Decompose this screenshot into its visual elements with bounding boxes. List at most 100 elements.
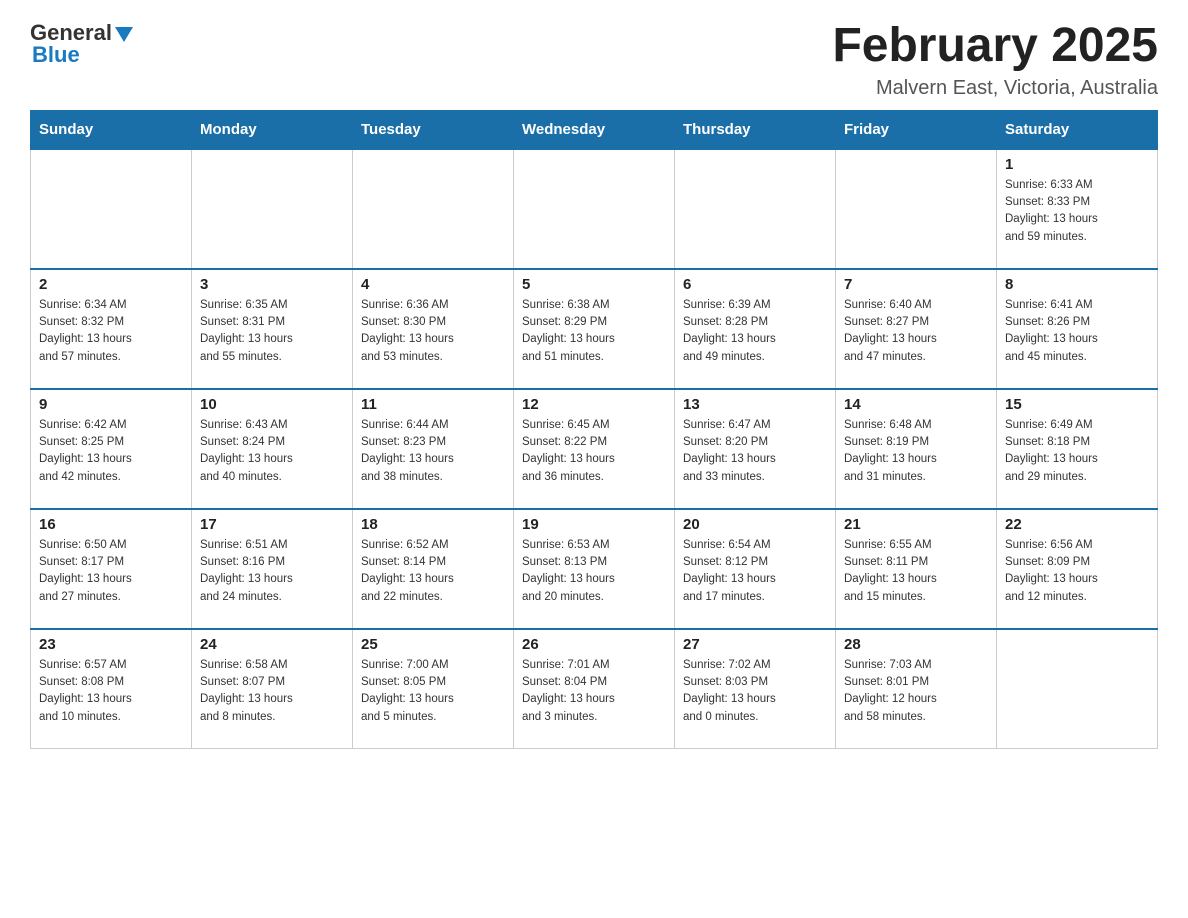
logo-icon xyxy=(113,23,135,45)
day-info: Sunrise: 6:50 AM Sunset: 8:17 PM Dayligh… xyxy=(39,537,183,606)
day-number: 21 xyxy=(844,516,988,533)
day-info: Sunrise: 6:45 AM Sunset: 8:22 PM Dayligh… xyxy=(522,417,666,486)
day-number: 4 xyxy=(361,276,505,293)
day-number: 28 xyxy=(844,636,988,653)
calendar-cell: 24Sunrise: 6:58 AM Sunset: 8:07 PM Dayli… xyxy=(192,629,353,749)
day-info: Sunrise: 7:01 AM Sunset: 8:04 PM Dayligh… xyxy=(522,657,666,726)
calendar-table: SundayMondayTuesdayWednesdayThursdayFrid… xyxy=(30,110,1158,750)
day-number: 15 xyxy=(1005,396,1149,413)
calendar-cell: 7 Sunrise: 6:40 AM Sunset: 8:27 PM Daylig… xyxy=(836,269,997,389)
title-block: February 2025 Malvern East, Victoria, Au… xyxy=(832,20,1158,100)
calendar-cell: 23 Sunrise: 6:57 AM Sunset: 8:08 PM Dayli… xyxy=(31,629,192,749)
day-number: 7 xyxy=(844,276,988,293)
calendar-cell: 14 Sunrise: 6:48 AM Sunset: 8:19 PM Dayli… xyxy=(836,389,997,509)
calendar-cell: 25 Sunrise: 7:00 AM Sunset: 8:05 PM Dayli… xyxy=(353,629,514,749)
logo-blue: Blue xyxy=(30,42,80,68)
day-info: Sunrise: 6:47 AM Sunset: 8:20 PM Dayligh… xyxy=(683,417,827,486)
calendar-cell xyxy=(675,149,836,269)
calendar-cell xyxy=(514,149,675,269)
calendar-cell: 11 Sunrise: 6:44 AM Sunset: 8:23 PM Dayli… xyxy=(353,389,514,509)
day-of-week-header: Saturday xyxy=(997,110,1158,149)
day-of-week-header: Friday xyxy=(836,110,997,149)
days-of-week-row: SundayMondayTuesdayWednesdayThursdayFrid… xyxy=(31,110,1158,149)
calendar-cell xyxy=(997,629,1158,749)
day-of-week-header: Thursday xyxy=(675,110,836,149)
calendar-body: 1 Sunrise: 6:33 AM Sunset: 8:33 PM Daylig… xyxy=(31,149,1158,749)
day-number: 25 xyxy=(361,636,505,653)
day-info: Sunrise: 6:55 AM Sunset: 8:11 PM Dayligh… xyxy=(844,537,988,606)
calendar-cell: 27 Sunrise: 7:02 AM Sunset: 8:03 PM Dayli… xyxy=(675,629,836,749)
day-info: Sunrise: 6:54 AM Sunset: 8:12 PM Dayligh… xyxy=(683,537,827,606)
day-number: 19 xyxy=(522,516,666,533)
day-info: Sunrise: 6:34 AM Sunset: 8:32 PM Dayligh… xyxy=(39,297,183,366)
day-of-week-header: Wednesday xyxy=(514,110,675,149)
day-number: 8 xyxy=(1005,276,1149,293)
day-info: Sunrise: 6:49 AM Sunset: 8:18 PM Dayligh… xyxy=(1005,417,1149,486)
calendar-cell: 2Sunrise: 6:34 AM Sunset: 8:32 PM Daylig… xyxy=(31,269,192,389)
calendar-cell xyxy=(836,149,997,269)
calendar-cell: 8 Sunrise: 6:41 AM Sunset: 8:26 PM Daylig… xyxy=(997,269,1158,389)
day-number: 22 xyxy=(1005,516,1149,533)
calendar-week-row: 23 Sunrise: 6:57 AM Sunset: 8:08 PM Dayli… xyxy=(31,629,1158,749)
day-number: 12 xyxy=(522,396,666,413)
day-number: 26 xyxy=(522,636,666,653)
calendar-cell xyxy=(192,149,353,269)
calendar-cell: 20 Sunrise: 6:54 AM Sunset: 8:12 PM Dayli… xyxy=(675,509,836,629)
day-number: 1 xyxy=(1005,156,1149,173)
calendar-cell: 21 Sunrise: 6:55 AM Sunset: 8:11 PM Dayli… xyxy=(836,509,997,629)
calendar-cell: 28Sunrise: 7:03 AM Sunset: 8:01 PM Dayli… xyxy=(836,629,997,749)
day-number: 13 xyxy=(683,396,827,413)
calendar-cell: 18Sunrise: 6:52 AM Sunset: 8:14 PM Dayli… xyxy=(353,509,514,629)
calendar-subtitle: Malvern East, Victoria, Australia xyxy=(832,77,1158,100)
calendar-cell xyxy=(31,149,192,269)
calendar-cell: 16 Sunrise: 6:50 AM Sunset: 8:17 PM Dayli… xyxy=(31,509,192,629)
day-info: Sunrise: 7:02 AM Sunset: 8:03 PM Dayligh… xyxy=(683,657,827,726)
calendar-cell: 12 Sunrise: 6:45 AM Sunset: 8:22 PM Dayli… xyxy=(514,389,675,509)
day-info: Sunrise: 7:00 AM Sunset: 8:05 PM Dayligh… xyxy=(361,657,505,726)
day-number: 6 xyxy=(683,276,827,293)
day-info: Sunrise: 6:42 AM Sunset: 8:25 PM Dayligh… xyxy=(39,417,183,486)
day-info: Sunrise: 6:44 AM Sunset: 8:23 PM Dayligh… xyxy=(361,417,505,486)
day-number: 16 xyxy=(39,516,183,533)
day-of-week-header: Sunday xyxy=(31,110,192,149)
day-info: Sunrise: 6:52 AM Sunset: 8:14 PM Dayligh… xyxy=(361,537,505,606)
day-number: 14 xyxy=(844,396,988,413)
day-info: Sunrise: 6:53 AM Sunset: 8:13 PM Dayligh… xyxy=(522,537,666,606)
day-number: 27 xyxy=(683,636,827,653)
day-info: Sunrise: 6:51 AM Sunset: 8:16 PM Dayligh… xyxy=(200,537,344,606)
day-of-week-header: Monday xyxy=(192,110,353,149)
calendar-week-row: 1 Sunrise: 6:33 AM Sunset: 8:33 PM Daylig… xyxy=(31,149,1158,269)
day-number: 23 xyxy=(39,636,183,653)
calendar-title: February 2025 xyxy=(832,20,1158,73)
day-number: 10 xyxy=(200,396,344,413)
calendar-cell: 22 Sunrise: 6:56 AM Sunset: 8:09 PM Dayli… xyxy=(997,509,1158,629)
day-number: 17 xyxy=(200,516,344,533)
day-info: Sunrise: 6:48 AM Sunset: 8:19 PM Dayligh… xyxy=(844,417,988,486)
calendar-cell: 5Sunrise: 6:38 AM Sunset: 8:29 PM Daylig… xyxy=(514,269,675,389)
day-info: Sunrise: 6:40 AM Sunset: 8:27 PM Dayligh… xyxy=(844,297,988,366)
day-number: 11 xyxy=(361,396,505,413)
calendar-cell: 10Sunrise: 6:43 AM Sunset: 8:24 PM Dayli… xyxy=(192,389,353,509)
day-number: 5 xyxy=(522,276,666,293)
calendar-week-row: 9 Sunrise: 6:42 AM Sunset: 8:25 PM Daylig… xyxy=(31,389,1158,509)
day-info: Sunrise: 6:36 AM Sunset: 8:30 PM Dayligh… xyxy=(361,297,505,366)
logo: General Blue xyxy=(30,20,135,68)
page-header: General Blue February 2025 Malvern East,… xyxy=(30,20,1158,100)
calendar-cell: 13 Sunrise: 6:47 AM Sunset: 8:20 PM Dayli… xyxy=(675,389,836,509)
day-info: Sunrise: 6:33 AM Sunset: 8:33 PM Dayligh… xyxy=(1005,177,1149,246)
calendar-week-row: 2Sunrise: 6:34 AM Sunset: 8:32 PM Daylig… xyxy=(31,269,1158,389)
calendar-cell: 3 Sunrise: 6:35 AM Sunset: 8:31 PM Daylig… xyxy=(192,269,353,389)
day-number: 20 xyxy=(683,516,827,533)
calendar-week-row: 16 Sunrise: 6:50 AM Sunset: 8:17 PM Dayli… xyxy=(31,509,1158,629)
day-info: Sunrise: 6:41 AM Sunset: 8:26 PM Dayligh… xyxy=(1005,297,1149,366)
calendar-cell: 15 Sunrise: 6:49 AM Sunset: 8:18 PM Dayli… xyxy=(997,389,1158,509)
day-info: Sunrise: 6:56 AM Sunset: 8:09 PM Dayligh… xyxy=(1005,537,1149,606)
day-info: Sunrise: 6:35 AM Sunset: 8:31 PM Dayligh… xyxy=(200,297,344,366)
day-number: 3 xyxy=(200,276,344,293)
day-of-week-header: Tuesday xyxy=(353,110,514,149)
day-number: 9 xyxy=(39,396,183,413)
calendar-cell: 9 Sunrise: 6:42 AM Sunset: 8:25 PM Daylig… xyxy=(31,389,192,509)
day-number: 24 xyxy=(200,636,344,653)
day-info: Sunrise: 6:57 AM Sunset: 8:08 PM Dayligh… xyxy=(39,657,183,726)
calendar-cell xyxy=(353,149,514,269)
